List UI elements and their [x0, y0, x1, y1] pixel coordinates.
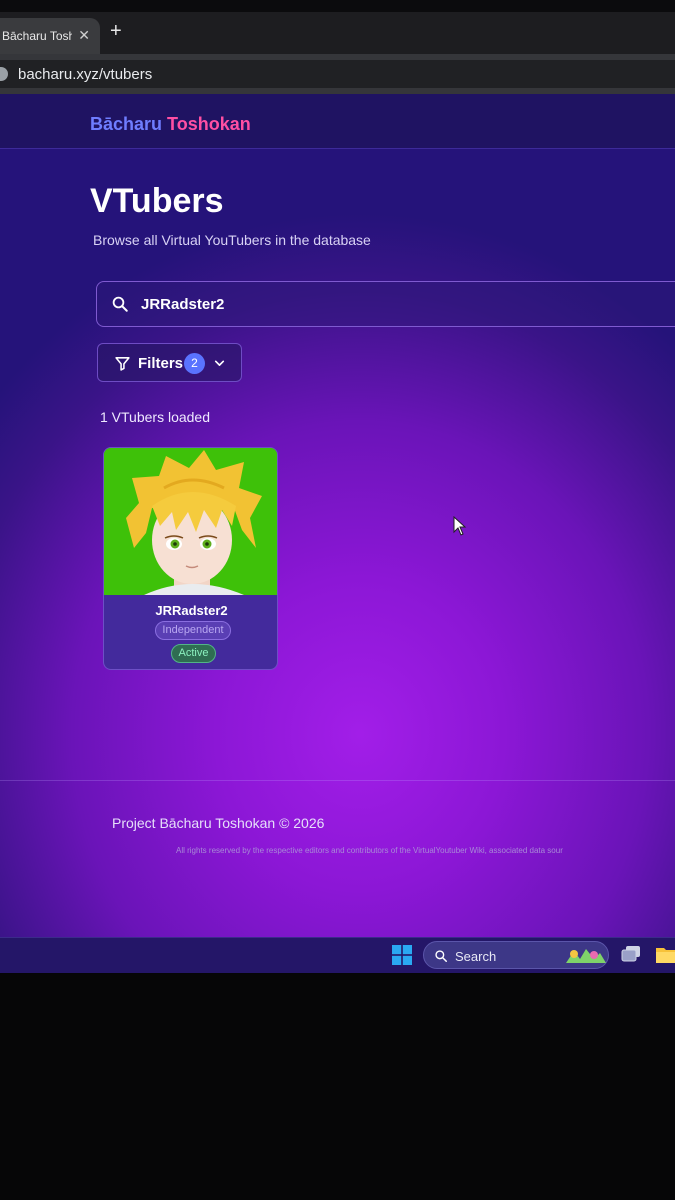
avatar-illustration: [104, 448, 277, 595]
web-page: Bācharu Toshokan VTubers Browse all Virt…: [0, 94, 675, 939]
monitor-bezel: [0, 0, 675, 12]
vtuber-avatar: [104, 448, 277, 595]
taskbar-search-box[interactable]: Search: [423, 941, 609, 969]
search-icon: [112, 296, 128, 312]
url-text[interactable]: bacharu.xyz/vtubers: [18, 66, 152, 83]
site-navbar: Bācharu Toshokan: [0, 94, 675, 149]
monitor-bezel-bottom: [0, 974, 675, 1200]
browser-tab[interactable]: Bācharu Toshokan ✕: [0, 18, 100, 54]
file-explorer-icon[interactable]: [655, 944, 675, 964]
brand-logo[interactable]: Bācharu Toshokan: [90, 114, 251, 135]
filter-icon: [115, 357, 130, 371]
mouse-cursor-icon: [453, 516, 467, 536]
search-input[interactable]: JRRadster2: [96, 281, 675, 327]
affiliation-badge: Independent: [155, 621, 231, 640]
search-highlight-art-icon: [566, 949, 606, 963]
browser-tab-strip: Bācharu Toshokan ✕ +: [0, 12, 675, 54]
footer-divider: [0, 780, 675, 781]
search-value: JRRadster2: [141, 296, 225, 313]
footer-disclaimer: All rights reserved by the respective ed…: [176, 846, 563, 855]
vtuber-card[interactable]: JRRadster2 Independent Active: [103, 447, 278, 670]
windows-start-icon[interactable]: [392, 945, 412, 965]
vtuber-name: JRRadster2: [155, 603, 228, 618]
filters-label: Filters: [138, 355, 184, 372]
filters-button[interactable]: Filters 2: [97, 343, 242, 382]
search-icon: [435, 950, 448, 963]
close-icon[interactable]: ✕: [78, 27, 90, 44]
task-view-icon[interactable]: [620, 944, 642, 964]
tab-title: Bācharu Toshokan: [2, 29, 72, 43]
brand-part-2: Toshokan: [167, 114, 251, 134]
taskbar-search-label: Search: [455, 949, 497, 964]
chevron-down-icon: [214, 360, 225, 366]
footer-copyright: Project Bācharu Toshokan © 2026: [112, 815, 325, 831]
page-title: VTubers: [90, 182, 224, 220]
new-tab-button[interactable]: +: [110, 20, 122, 43]
filters-count-badge: 2: [184, 353, 205, 374]
brand-part-1: Bācharu: [90, 114, 163, 134]
os-taskbar: Search: [0, 937, 675, 973]
page-subtitle: Browse all Virtual YouTubers in the data…: [93, 232, 371, 248]
results-count: 1 VTubers loaded: [100, 409, 210, 425]
status-badge: Active: [171, 644, 216, 663]
